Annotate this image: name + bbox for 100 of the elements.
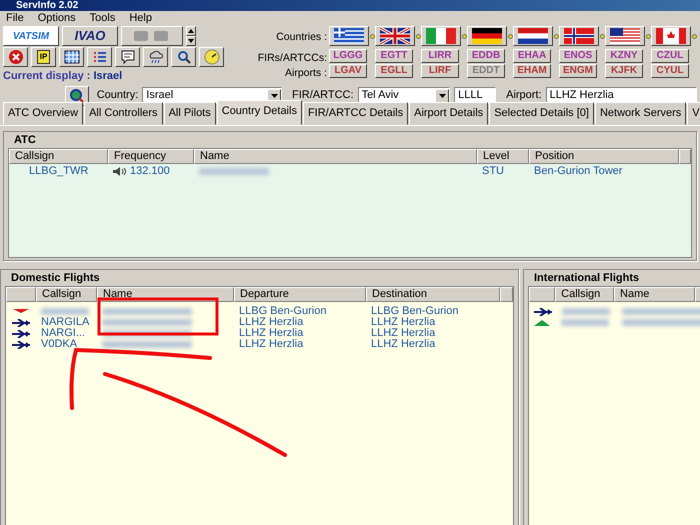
blurred-name [199,168,269,175]
close-icon [8,49,24,65]
dropdown-button[interactable] [435,88,450,102]
tab[interactable]: Country Details [216,100,302,124]
window-title: ServInfo 2.02 [0,0,700,11]
network-logo-button[interactable]: IVAO [62,26,118,46]
toolbar-button[interactable]: IP [31,47,56,67]
current-display-label: Current display : [3,70,90,82]
header-filler [679,149,691,164]
tab[interactable]: FIR/ARTCC Details [302,102,408,124]
fir-button[interactable]: EGTT [375,49,413,63]
table-cell-text: LLHZ Herzlia [370,317,436,328]
table-cell-text: LLBG_TWR [28,166,90,177]
airport-button[interactable]: EGLL [375,64,413,78]
airport-button[interactable]: CYUL [651,64,689,78]
cloud-rain-icon [148,49,164,65]
spin-down-button[interactable] [186,36,196,46]
column-header [6,287,36,302]
flag-icon [380,28,410,44]
airport-button[interactable]: KJFK [605,64,643,78]
airport-button[interactable]: EHAM [513,64,551,78]
tab[interactable]: All Pilots [164,102,216,124]
fir-button[interactable]: LIRR [421,49,459,63]
toolbar-button[interactable] [59,47,84,67]
fir-button[interactable]: EDDB [467,49,505,63]
network-logo-button[interactable]: VATSIM [3,26,59,46]
flag-button[interactable] [421,26,461,46]
flag-button[interactable] [467,26,507,46]
flag-icon [334,28,364,44]
flag-button[interactable] [329,26,369,46]
flag-icon [564,28,594,44]
column-header: Frequency [108,149,194,164]
countries-label: Countries : [276,30,327,45]
down-arrow-icon [188,39,194,43]
current-display-value: Israel [93,70,122,82]
column-header: Level [477,149,529,164]
flag-icon [518,28,548,44]
table-cell-text: STU [481,166,505,177]
down-arrow-icon [270,94,278,98]
column-header: Callsign [555,287,614,302]
country-label: Country: [96,88,138,104]
table-cell-text: LLHZ Herzlia [238,328,304,339]
menu-item[interactable]: Options [38,10,76,26]
flag-button[interactable] [651,26,691,46]
table-cell-text: LLHZ Herzlia [370,328,436,339]
flag-button[interactable] [559,26,599,46]
table-cell-text: V0DKA [40,339,78,350]
spin-up-button[interactable] [186,26,196,36]
airports-label: Airports : [284,66,327,80]
flag-button[interactable] [513,26,553,46]
menu-item[interactable]: Help [129,10,152,26]
fir-button[interactable]: CZUL [651,49,689,63]
header-filler [500,287,513,302]
column-header: Callsign [36,287,97,302]
table-cell-text: LLBG Ben-Gurion [238,306,328,317]
list-icon [92,49,108,65]
toolbar-button[interactable] [115,47,140,67]
column-header: Name [194,149,477,164]
column-header [529,287,556,302]
fir-button[interactable]: ENOS [559,49,597,63]
column-header: Callsign [9,149,108,164]
down-arrow-icon [438,94,446,98]
menu-item[interactable]: File [6,10,24,26]
speech-bubble-icon [120,49,136,65]
table-cell-text: NARGILA [40,317,90,328]
ip-label: IP [36,50,50,64]
toolbar-button[interactable] [171,47,196,67]
tab[interactable]: Selected Details [0] [489,102,594,124]
toolbar-button[interactable] [199,47,224,67]
tab[interactable]: Network Servers [594,102,686,124]
grid-icon [64,49,80,65]
fir-button[interactable]: LGGG [329,49,367,63]
flag-icon [656,28,686,44]
tab[interactable]: Airport Details [409,102,488,124]
tab[interactable]: All Controllers [84,102,163,124]
toolbar-button[interactable] [87,47,112,67]
globe-search-icon [68,88,85,104]
table-cell-text: NARGI... [40,328,86,339]
column-header: Name [97,287,234,302]
connector-dot-icon [692,34,697,38]
menu-item[interactable]: Tools [90,10,116,26]
table-cell-text: LLHZ Herzlia [238,317,304,328]
airport-label: Airport: [506,88,542,104]
gauge-icon [204,49,220,65]
fir-button[interactable]: KZNY [605,49,643,63]
firs-label: FIRs/ARTCCs: [258,51,327,65]
airport-button[interactable]: LGAV [329,64,367,78]
flag-button[interactable] [375,26,415,46]
table-cell-text: LLHZ Herzlia [370,339,436,350]
toolbar-button[interactable] [3,47,28,67]
flag-button[interactable] [605,26,645,46]
table-cell-text: LLBG Ben-Gurion [370,306,460,317]
airport-button[interactable]: ENGM [559,64,597,78]
tab[interactable]: V [687,102,700,124]
toolbar-button[interactable] [143,47,168,67]
fir-button[interactable]: EHAA [513,49,551,63]
search-icon [176,49,192,65]
table-cell: 132.100 [130,166,170,177]
airport-button[interactable]: LIRF [421,64,459,78]
tab[interactable]: ATC Overview [3,102,84,124]
